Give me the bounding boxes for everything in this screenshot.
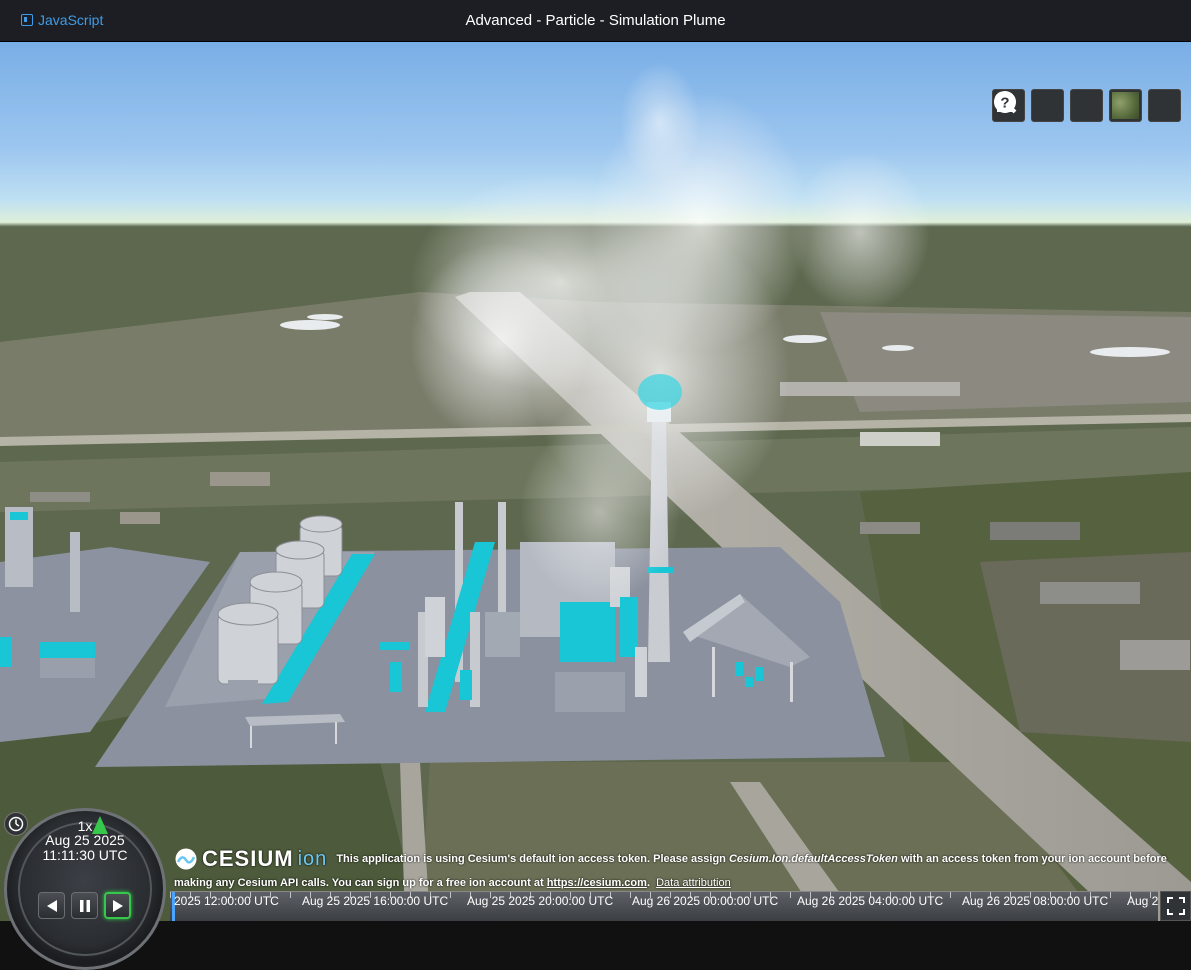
cesium-viewer[interactable]: ? xyxy=(0,42,1191,921)
header-bar: JavaScript Advanced - Particle - Simulat… xyxy=(0,0,1191,42)
play-button[interactable] xyxy=(104,892,131,919)
clock-icon xyxy=(8,816,24,832)
page-title: Advanced - Particle - Simulation Plume xyxy=(465,12,726,29)
animation-controls xyxy=(38,892,131,919)
pause-icon xyxy=(79,899,90,912)
credit-message-part1: This application is using Cesium's defau… xyxy=(336,853,726,865)
timeline-label: Aug 26 2025 04:00:00 UTC xyxy=(797,894,944,908)
cesium-ion-logo[interactable]: CESIUM ion xyxy=(174,847,327,871)
imagery-layer-icon xyxy=(1112,92,1139,119)
animation-time: 11:11:30 UTC xyxy=(42,847,128,863)
timeline-label: Aug 25 2025 20:00:00 UTC xyxy=(467,894,614,908)
svg-text:?: ? xyxy=(1000,95,1009,112)
cesium-logo-icon xyxy=(175,848,197,870)
scene-mode-button[interactable] xyxy=(994,89,1103,122)
play-icon xyxy=(112,899,123,912)
realtime-button[interactable] xyxy=(4,812,28,836)
credit-message-code: Cesium.Ion.defaultAccessToken xyxy=(728,853,898,865)
fullscreen-icon xyxy=(1166,897,1185,915)
play-reverse-button[interactable] xyxy=(38,892,65,919)
pause-button[interactable] xyxy=(71,892,98,919)
timeline-label: Aug 25 2025 16:00:00 UTC xyxy=(302,894,449,908)
home-button[interactable] xyxy=(994,89,1064,122)
base-layer-picker[interactable] xyxy=(1109,89,1142,122)
cesium-toolbar: ? xyxy=(992,89,1181,122)
help-icon: ? xyxy=(994,91,1016,113)
navigation-help-button[interactable]: ? xyxy=(994,89,1181,122)
timeline-label: 2025 12:00:00 UTC xyxy=(174,894,279,908)
data-attribution-link[interactable]: Data attribution xyxy=(656,877,731,889)
timeline-label: Aug 26 xyxy=(1127,894,1158,908)
timeline[interactable]: 2025 12:00:00 UTC Aug 25 2025 16:00:00 U… xyxy=(170,891,1158,921)
logo-text: CESIUM xyxy=(202,846,294,872)
timeline-label: Aug 26 2025 08:00:00 UTC xyxy=(962,894,1109,908)
fullscreen-button[interactable] xyxy=(1160,891,1191,921)
credit-container: CESIUM ion This application is using Ces… xyxy=(174,846,1167,890)
scene-render xyxy=(0,62,1191,921)
animation-date: Aug 25 2025 xyxy=(45,832,125,848)
timeline-label: Aug 26 2025 00:00:00 UTC xyxy=(632,894,779,908)
cesium-signup-link[interactable]: https://cesium.com xyxy=(547,877,647,889)
reverse-icon xyxy=(46,899,57,912)
logo-suffix: ion xyxy=(297,848,328,871)
